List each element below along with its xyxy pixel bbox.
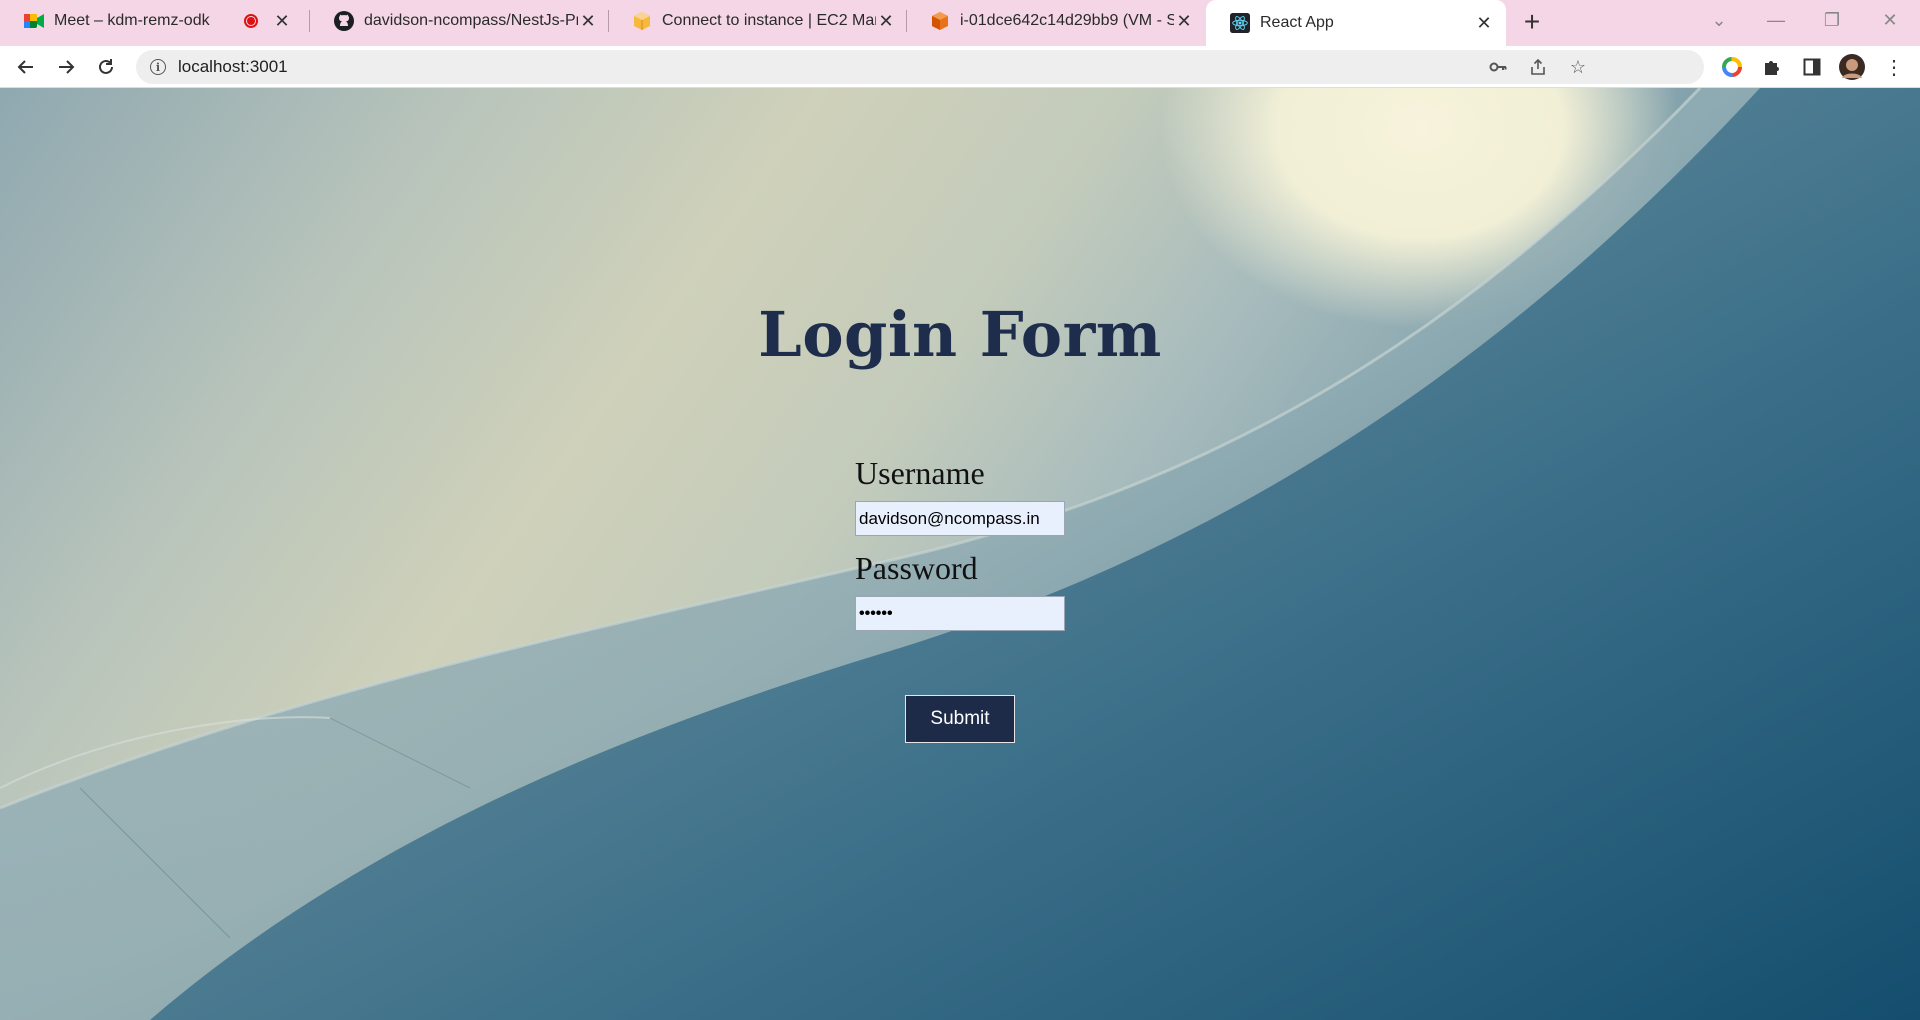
username-input[interactable]: davidson@ncompass.in bbox=[855, 501, 1065, 536]
side-panel-icon[interactable] bbox=[1798, 53, 1826, 81]
site-info-icon[interactable]: i bbox=[150, 59, 166, 75]
tab-ec2-connect[interactable]: Connect to instance | EC2 Manag ✕ bbox=[608, 0, 908, 42]
react-icon bbox=[1230, 13, 1250, 33]
tab-title: davidson-ncompass/NestJs-Proje bbox=[364, 12, 578, 29]
github-icon bbox=[334, 11, 354, 31]
url-text: localhost:3001 bbox=[178, 57, 288, 76]
address-bar[interactable]: i localhost:3001 ☆ bbox=[136, 50, 1704, 84]
close-icon[interactable]: ✕ bbox=[1174, 11, 1194, 31]
browser-toolbar: i localhost:3001 ☆ ⋮ bbox=[0, 46, 1920, 88]
password-input[interactable]: •••••• bbox=[855, 596, 1065, 631]
tab-meet[interactable]: Meet – kdm-remz-odk ✕ bbox=[0, 0, 304, 42]
restore-button[interactable]: ❐ bbox=[1812, 4, 1852, 36]
forward-button[interactable] bbox=[50, 51, 82, 83]
browser-menu-icon[interactable]: ⋮ bbox=[1880, 53, 1908, 81]
extensions-puzzle-icon[interactable] bbox=[1758, 53, 1786, 81]
extension-color-icon[interactable] bbox=[1718, 53, 1746, 81]
tab-strip: Meet – kdm-remz-odk ✕ davidson-ncompass/… bbox=[0, 0, 1920, 46]
submit-button[interactable]: Submit bbox=[905, 695, 1015, 743]
reload-button[interactable] bbox=[90, 51, 122, 83]
page-viewport: Login Form Username davidson@ncompass.in… bbox=[0, 88, 1920, 1020]
aws-cube-icon bbox=[930, 11, 950, 31]
tab-title: Connect to instance | EC2 Manag bbox=[662, 12, 876, 29]
tab-ec2-instance[interactable]: i-01dce642c14d29bb9 (VM - Swi ✕ bbox=[906, 0, 1206, 42]
forward-arrow-icon bbox=[59, 60, 75, 74]
tab-title: i-01dce642c14d29bb9 (VM - Swi bbox=[960, 12, 1174, 29]
reload-icon bbox=[99, 59, 113, 74]
tab-title: React App bbox=[1260, 14, 1334, 31]
page-title: Login Form bbox=[758, 298, 1162, 371]
tab-github[interactable]: davidson-ncompass/NestJs-Proje ✕ bbox=[310, 0, 610, 42]
close-icon[interactable]: ✕ bbox=[578, 11, 598, 31]
back-arrow-icon bbox=[17, 60, 33, 74]
tab-title: Meet – kdm-remz-odk bbox=[54, 12, 210, 29]
key-icon[interactable] bbox=[1486, 55, 1510, 79]
bookmark-star-icon[interactable]: ☆ bbox=[1566, 55, 1590, 79]
google-meet-icon bbox=[24, 11, 44, 31]
close-icon[interactable]: ✕ bbox=[272, 11, 292, 31]
close-icon[interactable]: ✕ bbox=[876, 11, 896, 31]
aws-box-icon bbox=[632, 11, 652, 31]
tab-react-app[interactable]: React App ✕ bbox=[1206, 0, 1506, 46]
password-label: Password bbox=[855, 550, 978, 586]
username-label: Username bbox=[855, 455, 985, 491]
recording-icon bbox=[244, 14, 258, 28]
password-value: •••••• bbox=[859, 604, 893, 622]
tab-search-icon[interactable]: ⌄ bbox=[1699, 4, 1739, 36]
back-button[interactable] bbox=[10, 51, 42, 83]
profile-avatar[interactable] bbox=[1838, 53, 1866, 81]
close-icon[interactable]: ✕ bbox=[1474, 13, 1494, 33]
new-tab-button[interactable]: + bbox=[1516, 6, 1548, 38]
minimize-button[interactable]: — bbox=[1756, 4, 1796, 36]
window-close-button[interactable]: ✕ bbox=[1870, 4, 1910, 36]
username-value: davidson@ncompass.in bbox=[859, 508, 1040, 528]
share-icon[interactable] bbox=[1526, 55, 1550, 79]
